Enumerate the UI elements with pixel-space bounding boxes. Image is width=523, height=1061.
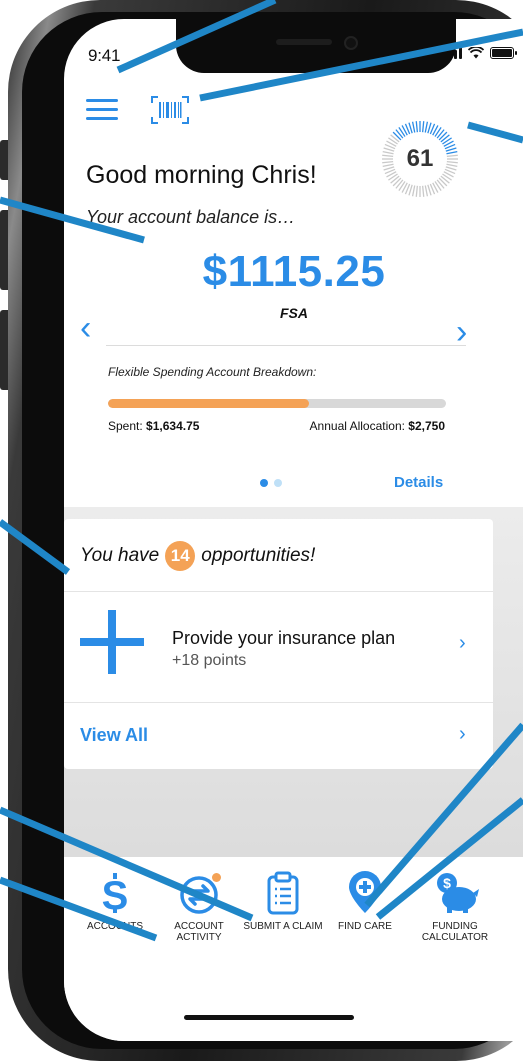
tab-label: ACCOUNTS: [86, 921, 144, 932]
chevron-right-icon: ›: [459, 723, 466, 745]
svg-text:$: $: [443, 875, 451, 891]
speaker: [276, 39, 332, 45]
transfer-arrows-icon: [177, 871, 221, 915]
tab-label: SUBMIT A CLAIM: [243, 921, 323, 932]
status-time: 9:41: [88, 46, 121, 65]
tab-label: ACCOUNT ACTIVITY: [174, 921, 224, 943]
notification-dot: [212, 873, 221, 882]
tab-find-care[interactable]: FIND CARE: [320, 871, 410, 932]
allocation-value: $2,750: [408, 419, 445, 433]
tab-label: FIND CARE: [338, 921, 392, 932]
opportunities-count-badge: 14: [165, 541, 196, 571]
opportunities-suffix: opportunities!: [201, 545, 316, 566]
opportunities-title: You have 14 opportunities!: [80, 541, 315, 571]
barcode-icon[interactable]: [150, 95, 190, 125]
piggy-bank-icon: $: [433, 871, 479, 915]
spent-label: Spent:: [108, 419, 143, 433]
allocation-label: Annual Allocation:: [309, 419, 405, 433]
map-pin-plus-icon: [343, 871, 387, 915]
divider: [106, 345, 466, 346]
details-link[interactable]: Details: [394, 474, 443, 491]
page-indicator[interactable]: [260, 479, 282, 487]
view-all-button[interactable]: View All ›: [64, 703, 493, 769]
tab-funding-calculator[interactable]: $ FUNDING CALCULATOR: [410, 871, 500, 943]
app-screen: 9:41 61 Good morning Chris! Your account…: [64, 19, 523, 1041]
page-dot[interactable]: [274, 479, 282, 487]
opportunities-prefix: You have: [80, 545, 160, 566]
greeting: Good morning Chris!: [86, 161, 317, 189]
opportunity-item[interactable]: Provide your insurance plan +18 points ›: [64, 592, 493, 702]
tab-label: FUNDING CALCULATOR: [421, 921, 489, 943]
wifi-icon: [468, 47, 484, 59]
spent-value: $1,634.75: [146, 419, 200, 433]
tab-submit-claim[interactable]: SUBMIT A CLAIM: [238, 871, 328, 932]
opportunity-title: Provide your insurance plan: [172, 628, 396, 648]
tab-bar: S ACCOUNTS ACCOUNT ACTIVITY SUBMIT A CLA…: [64, 857, 523, 1041]
spent-amount: Spent: $1,634.75: [108, 419, 199, 433]
side-button-volume-down: [0, 310, 8, 390]
account-type: FSA: [280, 305, 308, 321]
clipboard-icon: [261, 871, 305, 915]
page-dot[interactable]: [260, 479, 268, 487]
dollar-icon: S: [93, 871, 137, 918]
side-button-volume-up: [0, 210, 8, 290]
battery-icon: [490, 47, 517, 59]
tab-account-activity[interactable]: ACCOUNT ACTIVITY: [154, 871, 244, 943]
annual-allocation: Annual Allocation: $2,750: [310, 419, 445, 433]
spending-progress-fill: [108, 399, 309, 408]
previous-account-chevron-icon[interactable]: ‹: [80, 309, 91, 348]
opportunities-card: You have 14 opportunities! Provide your …: [64, 519, 493, 769]
chevron-right-icon: ›: [459, 632, 466, 654]
breakdown-label: Flexible Spending Account Breakdown:: [108, 365, 317, 379]
tab-accounts[interactable]: S ACCOUNTS: [70, 871, 160, 932]
opportunity-points: +18 points: [172, 652, 247, 669]
plus-icon: [80, 610, 144, 674]
score-value: 61: [406, 145, 434, 172]
next-account-chevron-icon[interactable]: ›: [456, 313, 467, 352]
balance-intro: Your account balance is…: [86, 207, 296, 227]
notch: [176, 19, 456, 73]
balance-amount: $1115.25: [202, 247, 386, 296]
front-camera: [344, 36, 358, 50]
hamburger-menu-icon[interactable]: [86, 99, 118, 121]
home-indicator: [184, 1015, 354, 1020]
side-button-mute: [0, 140, 8, 180]
spending-progress-bar: [108, 399, 446, 408]
view-all-label: View All: [80, 725, 149, 745]
